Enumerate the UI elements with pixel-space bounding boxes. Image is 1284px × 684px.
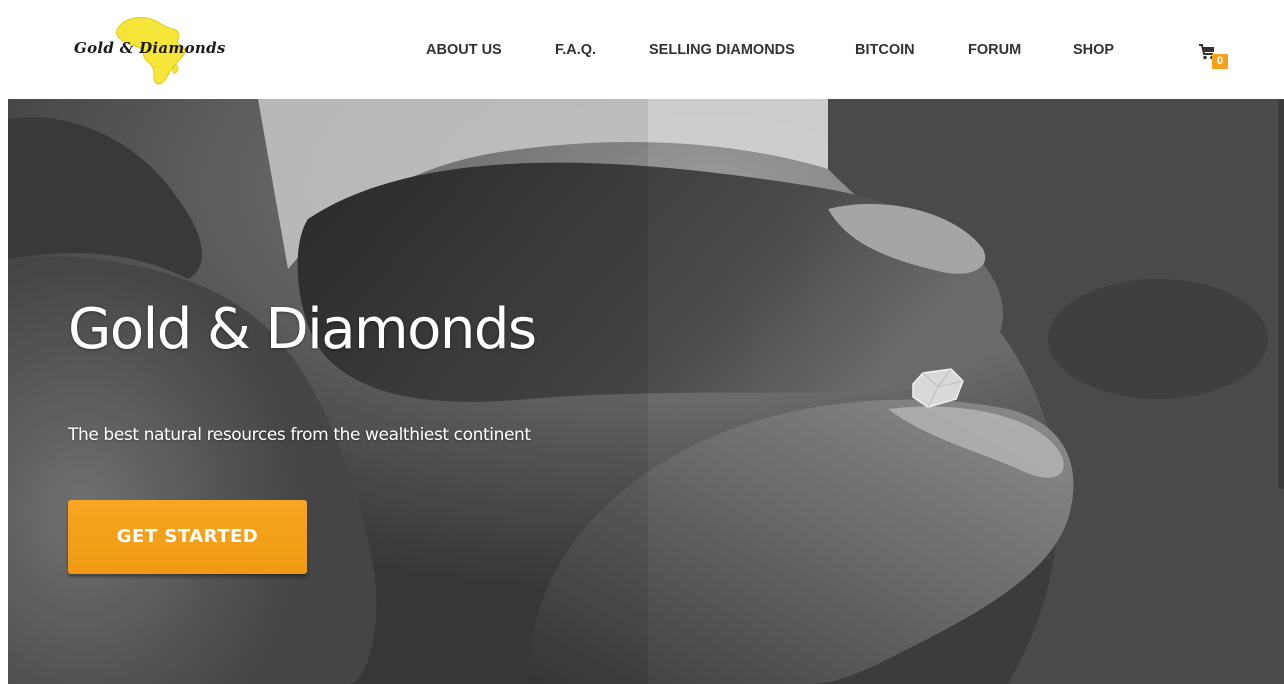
site-header: Gold & Diamonds ABOUT US F.A.Q. SELLING … (0, 0, 1284, 99)
nav-selling-diamonds[interactable]: SELLING DIAMONDS (649, 42, 795, 58)
get-started-button[interactable]: GET STARTED (68, 500, 307, 574)
cart-button[interactable]: 0 (1198, 42, 1232, 70)
nav-forum[interactable]: FORUM (968, 42, 1021, 58)
nav-about-us[interactable]: ABOUT US (426, 42, 502, 58)
scrollbar[interactable] (1278, 99, 1284, 489)
hero-section: Gold & Diamonds The best natural resourc… (8, 99, 1284, 684)
cart-count-badge: 0 (1212, 54, 1228, 69)
page: Gold & Diamonds ABOUT US F.A.Q. SELLING … (0, 0, 1284, 684)
hero-background-image (8, 99, 1284, 684)
hero-title: Gold & Diamonds (68, 297, 537, 362)
hero-subtitle: The best natural resources from the weal… (68, 425, 531, 445)
nav-bitcoin[interactable]: BITCOIN (855, 42, 915, 58)
nav-shop[interactable]: SHOP (1073, 42, 1114, 58)
logo-text: Gold & Diamonds (74, 39, 226, 57)
nav-faq[interactable]: F.A.Q. (555, 42, 596, 58)
